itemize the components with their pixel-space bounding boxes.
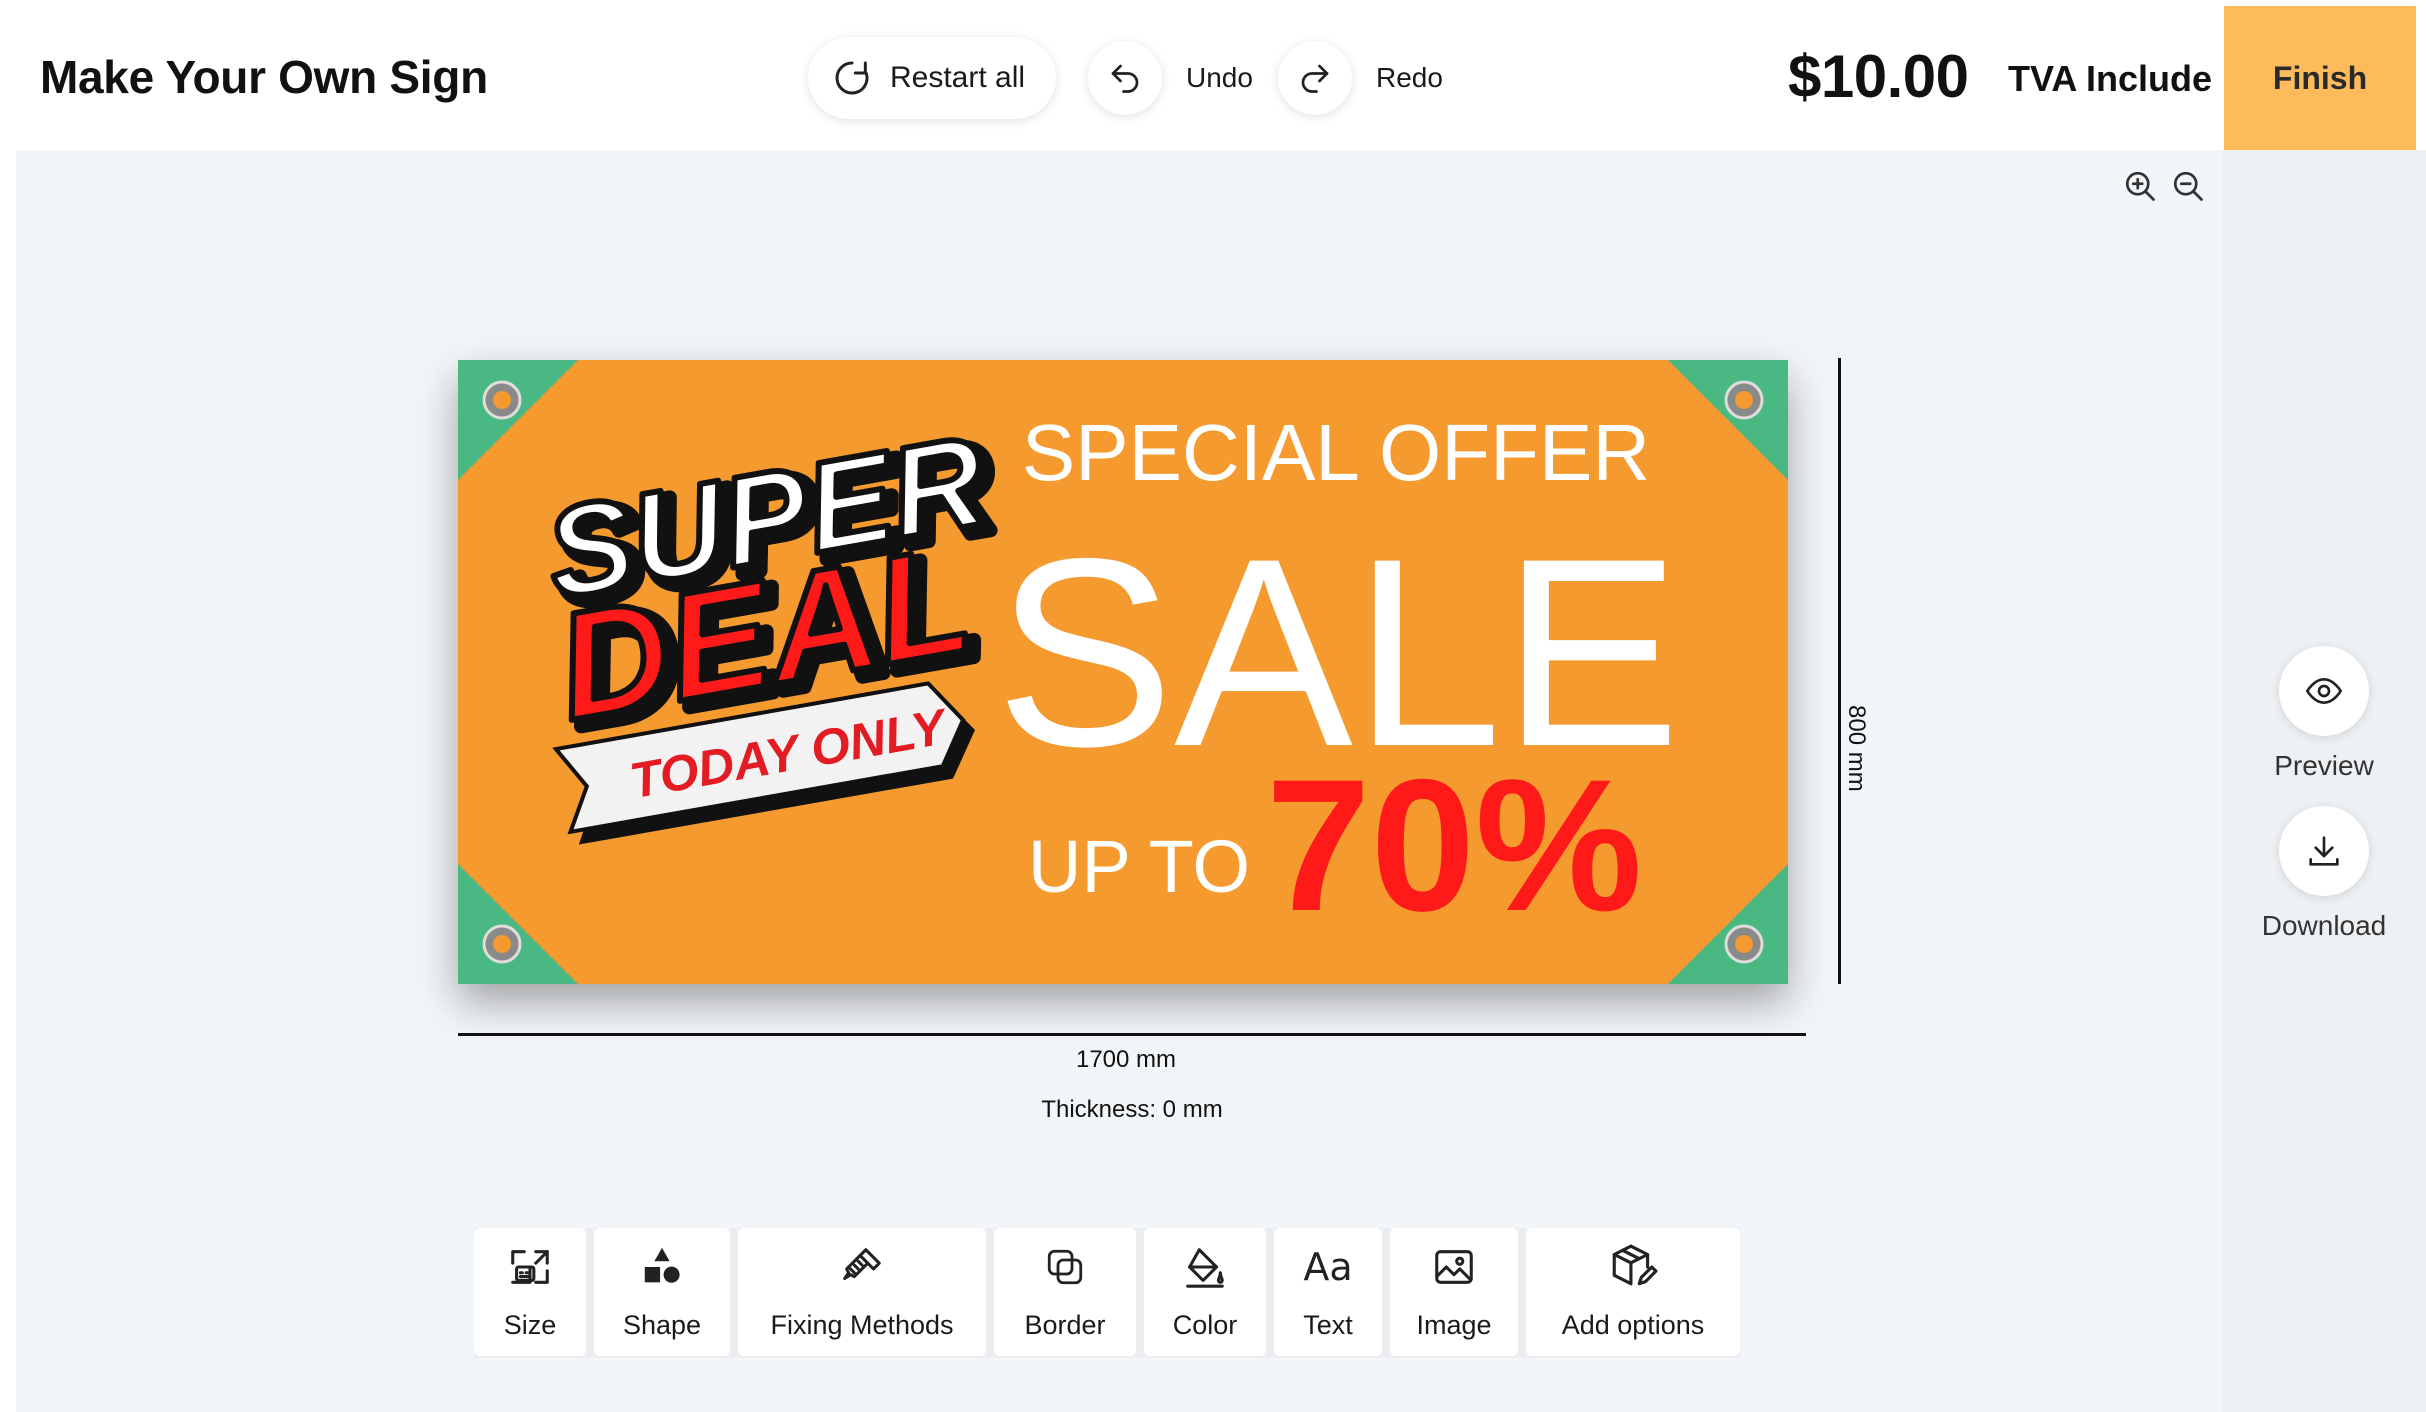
tool-image-label: Image [1416, 1310, 1492, 1340]
finish-button[interactable]: Finish [2224, 6, 2416, 150]
app-title: Make Your Own Sign [40, 51, 488, 103]
tool-add-options[interactable]: Add options [1526, 1228, 1740, 1356]
width-dimension-line [458, 1033, 1806, 1036]
height-dimension-line [1838, 358, 1841, 984]
tool-border-label: Border [1024, 1310, 1106, 1340]
restart-all-label: Restart all [890, 61, 1026, 94]
preview-action[interactable]: Preview [2222, 646, 2426, 782]
tool-size-label: Size [503, 1310, 557, 1340]
tool-text[interactable]: Aa Text [1274, 1228, 1382, 1356]
sign-artwork: SUPER SUPER DEAL DEAL TODAY ONLY SPECIAL… [458, 360, 1788, 984]
sign-preview[interactable]: SUPER SUPER DEAL DEAL TODAY ONLY SPECIAL… [458, 360, 1788, 984]
tool-shape-label: Shape [622, 1310, 702, 1340]
restart-icon [835, 61, 869, 95]
tool-color[interactable]: Color [1144, 1228, 1266, 1356]
resize-icon [507, 1242, 553, 1292]
download-label: Download [2261, 910, 2387, 941]
tool-add-options-label: Add options [1561, 1310, 1705, 1340]
screw-icon [839, 1242, 885, 1292]
box-edit-icon [1608, 1242, 1658, 1292]
design-toolbar: Size Shape Fixing Methods Border Color A… [474, 1228, 1740, 1358]
width-dimension-label: 1700 mm [1075, 1046, 1177, 1073]
redo-button[interactable]: Redo [1278, 37, 1443, 119]
tool-shape[interactable]: Shape [594, 1228, 730, 1356]
tax-label: TVA Include [2008, 58, 2213, 99]
zoom-in-icon[interactable] [2120, 166, 2160, 206]
tool-fixing-methods-label: Fixing Methods [770, 1310, 954, 1340]
height-dimension-label: 800 mm [1843, 705, 1870, 792]
tool-border[interactable]: Border [994, 1228, 1136, 1356]
tool-size[interactable]: Size [474, 1228, 586, 1356]
seventy-percent-text: 70% [1266, 740, 1642, 950]
undo-icon[interactable] [1088, 41, 1162, 115]
image-icon [1431, 1242, 1477, 1292]
download-icon[interactable] [2279, 806, 2369, 896]
up-to-text: UP TO [1028, 825, 1250, 908]
price-total: $10.00 [1788, 43, 1969, 110]
redo-icon[interactable] [1278, 41, 1352, 115]
border-icon [1044, 1242, 1086, 1292]
undo-button[interactable]: Undo [1088, 37, 1253, 119]
download-action[interactable]: Download [2222, 806, 2426, 942]
tool-image[interactable]: Image [1390, 1228, 1518, 1356]
zoom-out-icon[interactable] [2168, 166, 2208, 206]
tool-color-label: Color [1172, 1310, 1238, 1340]
redo-label: Redo [1376, 62, 1443, 93]
tool-fixing-methods[interactable]: Fixing Methods [738, 1228, 986, 1356]
undo-label: Undo [1186, 62, 1253, 93]
preview-label: Preview [2274, 750, 2374, 781]
restart-all-button[interactable]: Restart all [808, 37, 1056, 119]
thickness-label: Thickness: 0 mm [1041, 1096, 1223, 1123]
eye-icon[interactable] [2279, 646, 2369, 736]
text-icon: Aa [1303, 1245, 1353, 1289]
special-offer-text: SPECIAL OFFER [1022, 408, 1650, 497]
paint-bucket-icon [1182, 1242, 1228, 1292]
tool-text-label: Text [1303, 1310, 1353, 1340]
shapes-icon [639, 1242, 685, 1292]
app-header: Make Your Own Sign Restart all Undo Redo… [0, 0, 2426, 150]
